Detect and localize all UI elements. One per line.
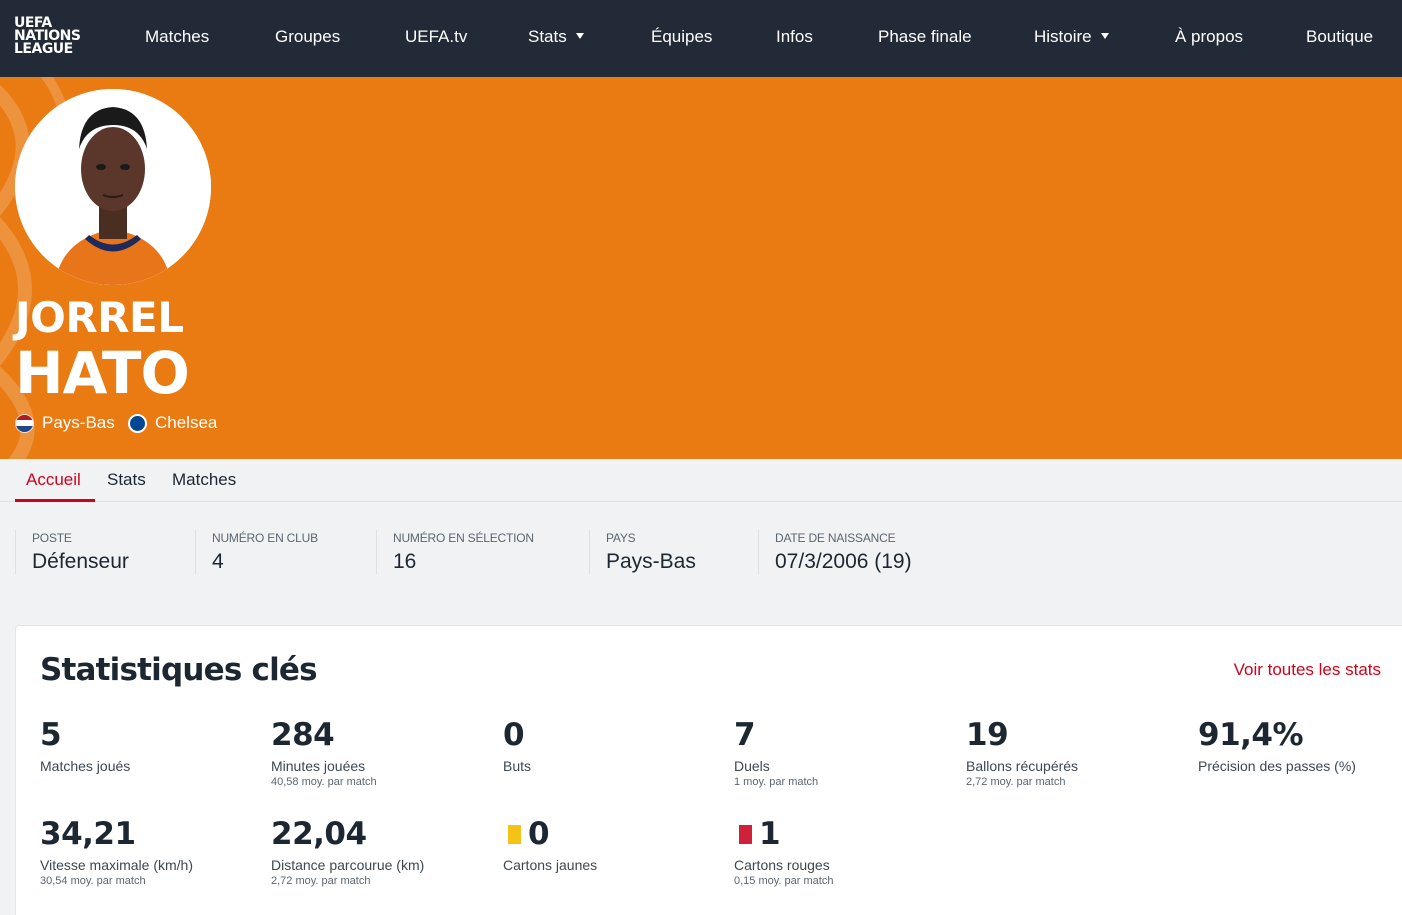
info-value-numero-selection: 16 [393,550,417,573]
stat-value-ballons: 19 [966,717,1009,753]
uefa-nations-league-logo[interactable]: UEFA NATIONS LEAGUE [14,16,81,57]
stat-sub-distance: 2,72 moy. par match [271,875,371,887]
netherlands-flag-icon [15,413,34,433]
stat-value-passes: 91,4% [1198,717,1304,753]
stat-label-passes: Précision des passes (%) [1198,758,1356,774]
player-tabs: Accueil Stats Matches [0,459,1402,502]
info-divider [15,530,16,574]
info-value-numero-club: 4 [212,550,224,573]
stat-value-matches: 5 [40,717,62,753]
player-hero: JORREL HATO Pays-Bas Chelsea [0,77,1402,459]
info-value-poste: Défenseur [32,550,129,573]
nav-item-phase-finale[interactable]: Phase finale [878,27,972,47]
see-all-stats-link[interactable]: Voir toutes les stats [1234,660,1381,680]
chevron-down-icon [575,33,584,39]
active-tab-indicator [15,499,95,502]
stat-label-distance: Distance parcourue (km) [271,857,425,873]
stat-label-buts: Buts [503,758,532,774]
nav-item-a-propos[interactable]: À propos [1175,27,1243,47]
info-label-poste: POSTE [32,531,72,545]
stat-label-minutes: Minutes jouées [271,758,366,774]
stat-sub-cartons-rouges: 0,15 moy. par match [734,875,834,887]
logo-line: LEAGUE [14,41,73,57]
nav-item-histoire[interactable]: Histoire [1034,27,1109,47]
stat-sub-ballons: 2,72 moy. par match [966,776,1066,788]
stat-label-ballons: Ballons récupérés [966,758,1079,774]
key-stats-title: Statistiques clés [40,652,318,688]
info-label-numero-club: NUMÉRO EN CLUB [212,531,318,545]
nav-item-infos[interactable]: Infos [776,27,813,47]
player-club-label: Chelsea [155,413,218,432]
top-navigation: UEFA NATIONS LEAGUE Matches Groupes UEFA… [0,0,1402,77]
info-divider [376,530,377,574]
info-divider [589,530,590,574]
info-label-pays: PAYS [606,531,636,545]
stat-label-vitesse: Vitesse maximale (km/h) [40,857,194,873]
stat-label-cartons-rouges: Cartons rouges [734,857,830,873]
stat-value-duels: 7 [734,717,756,753]
stat-label-duels: Duels [734,758,770,774]
nav-item-matches[interactable]: Matches [145,27,209,47]
nav-item-equipes[interactable]: Équipes [651,27,712,47]
info-value-date-naissance: 07/3/2006 (19) [775,550,912,573]
stat-value-buts: 0 [503,717,525,753]
nav-item-stats[interactable]: Stats [528,27,584,47]
info-value-pays: Pays-Bas [606,550,696,573]
nav-item-groupes[interactable]: Groupes [275,27,340,47]
stat-label-matches: Matches joués [40,758,131,774]
tab-matches[interactable]: Matches [172,470,236,490]
player-photo [15,89,211,285]
tab-accueil[interactable]: Accueil [26,470,81,490]
yellow-card-icon [508,824,521,844]
player-portrait-image [15,89,211,285]
stat-value-cartons-jaunes: 0 [508,816,550,852]
nav-item-boutique[interactable]: Boutique [1306,27,1373,47]
stat-value-vitesse: 34,21 [40,816,136,852]
info-divider [758,530,759,574]
red-card-icon [739,824,752,844]
chevron-down-icon [1100,33,1109,39]
tab-stats[interactable]: Stats [107,470,146,490]
stat-number-cartons-jaunes: 0 [528,816,550,852]
player-first-name: JORREL [15,293,184,342]
stat-label-cartons-jaunes: Cartons jaunes [503,857,598,873]
nav-item-uefa-tv[interactable]: UEFA.tv [405,27,467,47]
stat-number-cartons-rouges: 1 [759,816,781,852]
stat-sub-minutes: 40,58 moy. par match [271,776,377,788]
stat-value-distance: 22,04 [271,816,367,852]
info-label-numero-selection: NUMÉRO EN SÉLECTION [393,531,534,545]
stat-sub-vitesse: 30,54 moy. par match [40,875,146,887]
stat-value-minutes: 284 [271,717,335,753]
player-last-name: HATO [15,339,190,407]
player-club[interactable]: Chelsea [128,413,217,433]
info-label-date-naissance: DATE DE NAISSANCE [775,531,896,545]
stat-value-cartons-rouges: 1 [739,816,781,852]
player-country-label: Pays-Bas [42,413,115,432]
player-country[interactable]: Pays-Bas [15,413,115,433]
stat-sub-duels: 1 moy. par match [734,776,819,788]
info-divider [195,530,196,574]
chelsea-crest-icon [128,413,147,433]
